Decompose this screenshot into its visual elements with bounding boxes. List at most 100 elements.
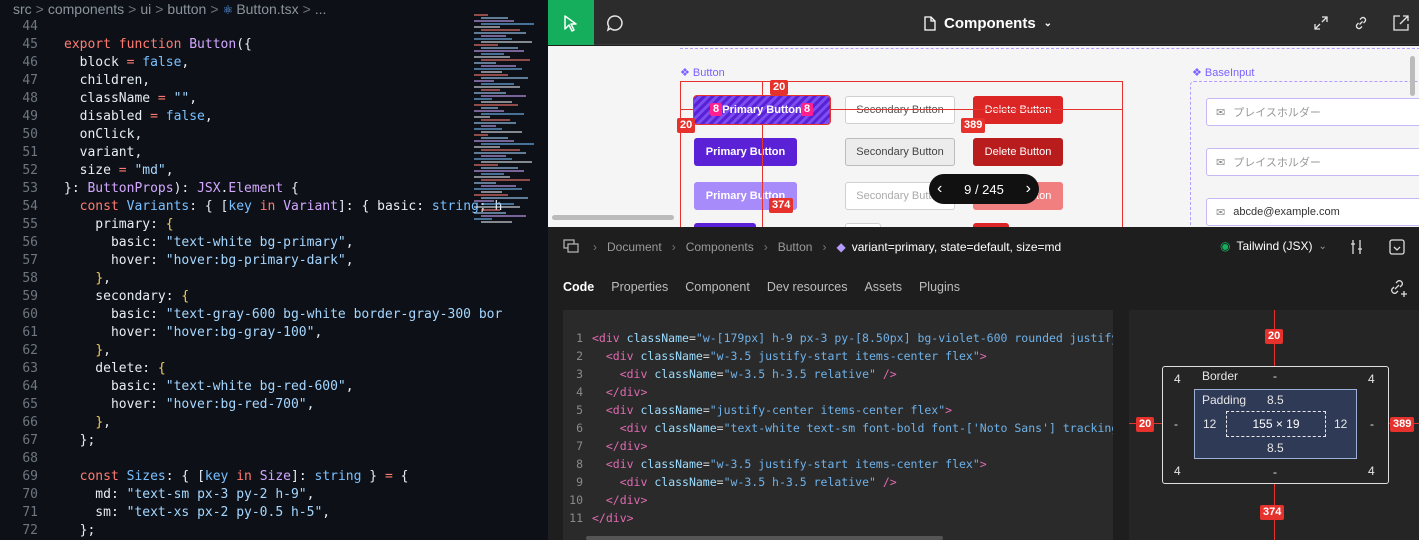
line-number: 10 — [569, 493, 583, 507]
bc-document[interactable]: Document — [607, 240, 662, 254]
secondary-button[interactable]: Secondary Button — [845, 96, 955, 124]
tab-plugins[interactable]: Plugins — [919, 280, 960, 294]
breadcrumb-more[interactable]: ... — [315, 1, 327, 17]
secondary-button-hover[interactable]: Secondary Button — [845, 138, 955, 166]
minimap-line — [481, 209, 500, 211]
minimap-line — [481, 185, 516, 187]
frame-label-button[interactable]: ❖ Button — [680, 66, 725, 79]
pager-count: 9 / 245 — [964, 181, 1004, 197]
baseinput-placeholder-2[interactable]: ✉ プレイスホルダー — [1206, 148, 1419, 176]
line-number: 47 — [22, 73, 38, 88]
bc-components[interactable]: Components — [686, 240, 754, 254]
comment-tool-button[interactable] — [600, 9, 630, 37]
delete-button[interactable]: Delete Button — [973, 96, 1063, 124]
editor-breadcrumb: src > components > ui > button > ⚛ Button.tsx >... — [0, 0, 548, 20]
code-editor[interactable]: src > components > ui > button > ⚛ Button.tsx >...… — [0, 0, 548, 540]
open-external-button[interactable] — [1390, 12, 1412, 34]
variant-pager: ‹ 9 / 245 › — [929, 174, 1039, 204]
chevron-right-icon: > — [210, 1, 219, 17]
tab-assets[interactable]: Assets — [864, 280, 902, 294]
frame-label-baseinput[interactable]: ❖ BaseInput — [1192, 66, 1254, 79]
line-number: 11 — [569, 511, 583, 525]
canvas-horizontal-scrollbar[interactable] — [552, 215, 674, 220]
line-text: <div className="w-[179px] h-9 px-3 py-[8… — [592, 331, 1113, 345]
code-horizontal-scrollbar[interactable] — [586, 536, 943, 540]
minimap-line — [481, 47, 518, 49]
breadcrumb-ui[interactable]: ui — [140, 1, 151, 17]
line-text: secondary: { — [64, 289, 190, 304]
breadcrumb-file[interactable]: Button.tsx — [236, 1, 298, 17]
line-number: 8 — [576, 457, 583, 471]
line-text: basic: "text-white bg-red-600", — [64, 379, 354, 394]
minimap-line — [474, 212, 506, 214]
generated-code-line[interactable]: 2 <div className="w-3.5 justify-start it… — [563, 347, 1113, 365]
line-text: hover: "hover:bg-primary-dark", — [64, 253, 354, 268]
minimap-line — [481, 23, 534, 25]
tab-dev-resources[interactable]: Dev resources — [767, 280, 848, 294]
breadcrumb-button[interactable]: button — [167, 1, 206, 17]
collapse-panel-button[interactable] — [1389, 239, 1405, 258]
minimap-line — [481, 101, 512, 103]
line-text: const Variants: { [key in Variant]: { ba… — [79, 199, 503, 214]
bc-variant[interactable]: variant=primary, state=default, size=md — [852, 240, 1062, 254]
generated-code-line[interactable]: 4 </div> — [563, 383, 1113, 401]
generated-code-panel[interactable]: 1 <div className="w-[179px] h-9 px-3 py-[… — [563, 310, 1113, 540]
baseinput-placeholder-1[interactable]: ✉ プレイスホルダー — [1206, 98, 1419, 126]
expand-button[interactable] — [1310, 12, 1332, 34]
minimap-line — [474, 146, 500, 148]
line-text: basic: "text-gray-600 bg-white border-gr… — [64, 307, 503, 322]
design-canvas[interactable]: ❖ Button ❖ BaseInput Primary Button Seco… — [548, 46, 1419, 227]
generated-code-line[interactable]: 10 </div> — [563, 491, 1113, 509]
breadcrumb-src[interactable]: src — [13, 1, 32, 17]
breadcrumb-components[interactable]: components — [48, 1, 124, 17]
chevron-right-icon: > — [302, 1, 311, 17]
editor-minimap[interactable] — [470, 14, 534, 234]
line-text: </div> — [605, 439, 648, 453]
generated-code-line[interactable]: 3 <div className="w-3.5 h-3.5 relative" … — [563, 365, 1113, 383]
line-number: 48 — [22, 91, 38, 106]
file-title[interactable]: Components ⌄ — [924, 12, 1052, 34]
minimap-line — [481, 173, 504, 175]
generated-code-line[interactable]: 5 <div className="justify-center items-c… — [563, 401, 1113, 419]
line-number: 68 — [22, 451, 38, 466]
chevron-right-icon: › — [822, 240, 827, 254]
page-icon — [924, 15, 936, 31]
generated-code-line[interactable]: 7 </div> — [563, 437, 1113, 455]
minimap-line — [474, 80, 494, 82]
framework-select[interactable]: ◉ Tailwind (JSX) ⌄ — [1220, 239, 1327, 253]
generated-code-line[interactable]: 1 <div className="w-[179px] h-9 px-3 py-[… — [563, 329, 1113, 347]
line-number: 7 — [576, 439, 583, 453]
minimap-line — [481, 155, 506, 157]
chevron-right-icon[interactable]: › — [1026, 180, 1031, 198]
tab-code[interactable]: Code — [563, 280, 594, 294]
minimap-line — [481, 131, 522, 133]
baseinput-filled[interactable]: ✉ abcde@example.com — [1206, 198, 1419, 226]
copy-link-button[interactable] — [1350, 12, 1372, 34]
measure-line-bottom — [762, 124, 763, 227]
tab-component[interactable]: Component — [685, 280, 750, 294]
settings-button[interactable] — [1349, 239, 1365, 258]
add-link-button[interactable] — [1388, 278, 1408, 303]
line-number: 2 — [576, 349, 583, 363]
canvas-vertical-scrollbar[interactable] — [1410, 56, 1415, 96]
generated-code-line[interactable]: 9 <div className="w-3.5 h-3.5 relative" … — [563, 473, 1113, 491]
generated-code-line[interactable]: 11 </div> — [563, 509, 1113, 527]
line-number: 67 — [22, 433, 38, 448]
minimap-line — [474, 176, 510, 178]
line-number: 51 — [22, 145, 38, 160]
bc-button[interactable]: Button — [778, 240, 813, 254]
move-tool-button[interactable] — [548, 0, 594, 45]
minimap-line — [474, 92, 506, 94]
line-text: basic: "text-white bg-primary", — [64, 235, 354, 250]
chevron-left-icon[interactable]: ‹ — [937, 180, 942, 198]
delete-button-hover[interactable]: Delete Button — [973, 138, 1063, 166]
line-text: <div className="w-3.5 h-3.5 relative" /> — [619, 367, 897, 381]
tab-properties[interactable]: Properties — [611, 280, 668, 294]
line-number: 64 — [22, 379, 38, 394]
layers-icon[interactable] — [563, 238, 579, 256]
minimap-line — [481, 137, 508, 139]
generated-code-line[interactable]: 6 <div className="text-white text-sm fon… — [563, 419, 1113, 437]
primary-button-hover[interactable]: Primary Button — [694, 138, 797, 166]
generated-code-line[interactable]: 8 <div className="w-3.5 justify-start it… — [563, 455, 1113, 473]
line-number: 5 — [576, 403, 583, 417]
